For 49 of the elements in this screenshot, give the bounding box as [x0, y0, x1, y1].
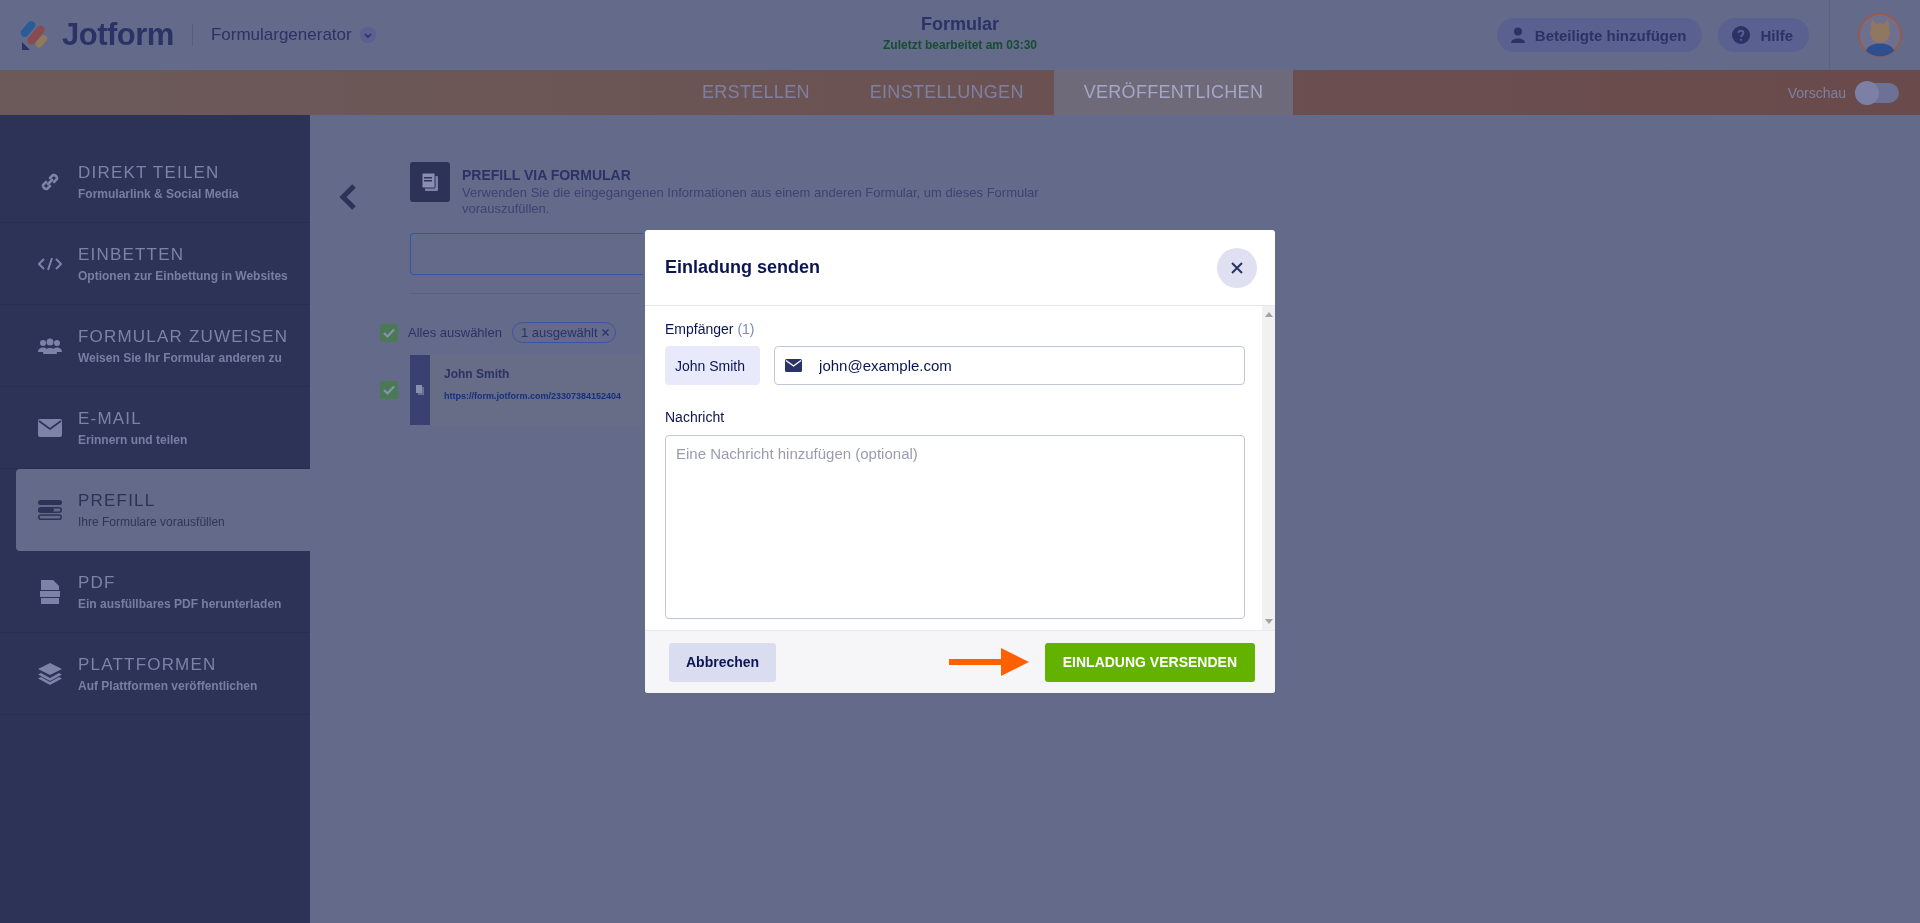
cancel-button[interactable]: Abbrechen — [669, 642, 777, 682]
send-invitation-button[interactable]: EINLADUNG VERSENDEN — [1044, 642, 1255, 682]
close-icon[interactable] — [601, 329, 609, 336]
tab[interactable]: EINSTELLUNGEN — [839, 70, 1054, 115]
checkbox[interactable] — [380, 323, 398, 342]
email-field[interactable]: john@example.com — [774, 346, 1245, 385]
document-icon — [416, 385, 424, 395]
checkbox[interactable] — [380, 381, 398, 399]
product-menu[interactable]: Formulargenerator — [210, 25, 352, 45]
scroll-down-icon[interactable] — [1264, 619, 1273, 624]
code-icon — [38, 256, 62, 271]
back-chevron-icon[interactable] — [338, 184, 358, 210]
logo-icon — [20, 20, 50, 50]
envelope-icon — [38, 418, 62, 437]
last-edited-text: Zuletzt bearbeitet am 03:30 — [882, 38, 1038, 52]
form-title: Formular — [921, 14, 999, 35]
help-icon — [1732, 26, 1751, 44]
message-field[interactable]: Eine Nachricht hinzufügen (optional) — [665, 435, 1245, 619]
form-link[interactable]: https://form.jotform.com/23307384152404 — [444, 391, 622, 401]
close-icon — [1231, 261, 1243, 274]
recipients-label: Empfänger (1) — [665, 321, 756, 337]
person-icon — [1510, 27, 1525, 43]
prefill-icon — [38, 500, 62, 520]
form-copy-icon — [410, 162, 450, 202]
submission-name: John Smith — [444, 367, 511, 381]
tab[interactable]: ERSTELLEN — [672, 70, 840, 115]
users-icon — [38, 337, 62, 354]
select-all-label: Alles auswählen — [408, 325, 502, 340]
message-label: Nachricht — [665, 409, 726, 425]
recipient-name: John Smith — [665, 346, 761, 385]
logo-text[interactable]: Jotform — [62, 17, 174, 53]
sidebar-item[interactable]: EINBETTEN Optionen zur Einbettung in Websites — [0, 223, 310, 305]
sidebar-item[interactable]: FORMULAR ZUWEISEN Weisen Sie Ihr Formular anderen zu — [0, 305, 310, 387]
scrollbar[interactable] — [1262, 306, 1275, 630]
preview-label: Vorschau — [1787, 84, 1846, 101]
dialog-title: Einladung senden — [665, 257, 820, 278]
scroll-up-icon[interactable] — [1264, 312, 1273, 317]
sidebar-item[interactable]: PLATTFORMEN Auf Plattformen veröffentlichen — [0, 633, 310, 715]
tab[interactable]: VERÖFFENTLICHEN — [1053, 70, 1294, 115]
preview-toggle[interactable] — [1854, 79, 1900, 106]
avatar[interactable] — [1858, 13, 1902, 57]
sidebar-item[interactable]: DIREKT TEILEN Formularlink & Social Media — [0, 141, 310, 223]
form-select-field[interactable] — [410, 233, 643, 275]
section-title: PREFILL VIA FORMULAR — [462, 167, 632, 183]
layers-icon — [38, 662, 62, 685]
sidebar-item[interactable]: PDF Ein ausfüllbares PDF herunterladen — [0, 551, 310, 633]
close-button[interactable] — [1217, 247, 1257, 288]
pdf-file-icon — [38, 579, 62, 604]
envelope-icon — [785, 359, 803, 372]
